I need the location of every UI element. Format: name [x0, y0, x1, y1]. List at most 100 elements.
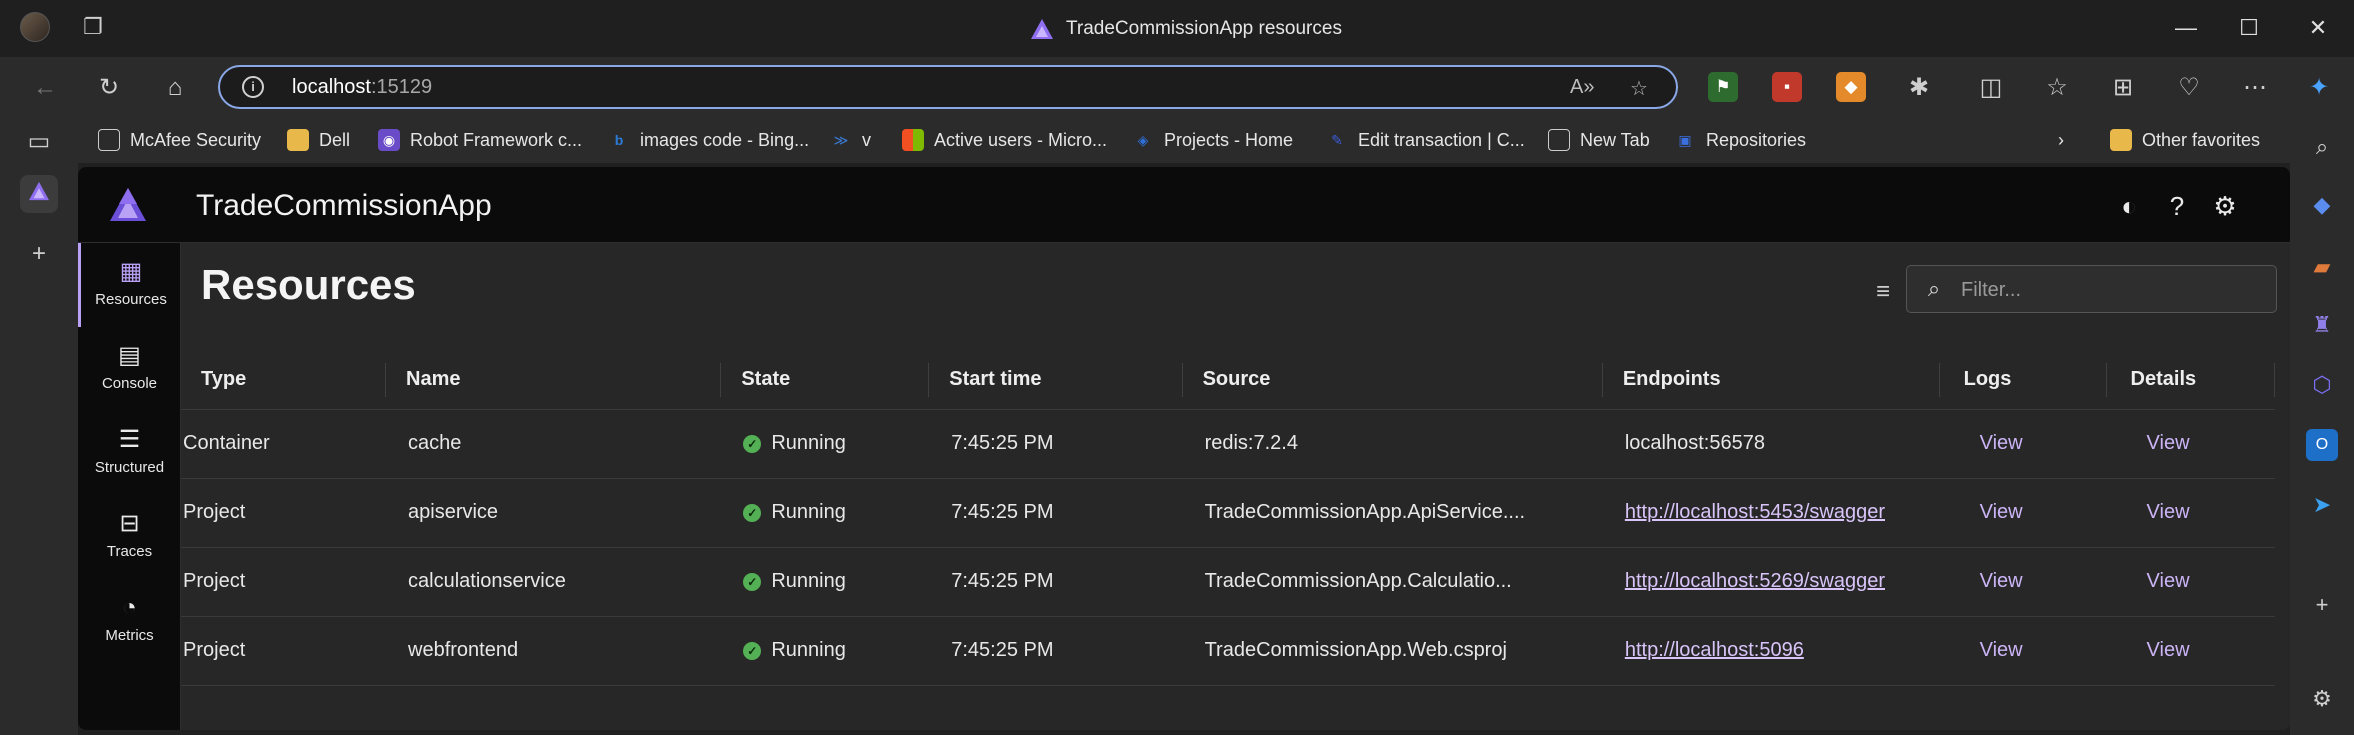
column-header-logs[interactable]: Logs — [1939, 351, 2107, 410]
cell-name: webfrontend — [386, 616, 722, 686]
favorite-new-tab[interactable]: New Tab — [1548, 126, 1650, 154]
azure-devops-icon: ◈ — [1137, 132, 1149, 148]
details-view-link[interactable]: View — [2106, 478, 2275, 548]
home-button[interactable]: ⌂ — [158, 71, 192, 105]
tab-actions-icon[interactable]: ▭ — [20, 123, 58, 161]
resources-table: Type Name State Start time Source Endpoi… — [181, 351, 2275, 686]
other-favorites[interactable]: Other favorites — [2110, 126, 2260, 154]
minimize-button[interactable]: — — [2166, 12, 2206, 44]
details-view-link[interactable]: View — [2106, 547, 2275, 617]
filter-search-box[interactable]: ⌕ — [1906, 265, 2277, 313]
favorites-bar: McAfee Security Dell ◉ Robot Framework c.… — [0, 117, 2354, 163]
github-icon[interactable]: ◐ — [2112, 189, 2146, 223]
column-header-endpoints[interactable]: Endpoints — [1602, 351, 1940, 410]
copilot-sidebar-icon[interactable]: ⬡ — [2306, 369, 2338, 401]
favorite-dell[interactable]: Dell — [287, 126, 350, 154]
nav-label: Traces — [106, 543, 153, 560]
window-title-text: TradeCommissionApp resources — [1066, 18, 1342, 39]
logs-view-link[interactable]: View — [1939, 409, 2107, 479]
shopping-tag-icon[interactable]: ◆ — [2306, 189, 2338, 221]
logs-view-link[interactable]: View — [1939, 547, 2107, 617]
settings-gear-icon[interactable]: ⚙ — [2208, 189, 2242, 223]
jira-icon: ≫ — [833, 132, 849, 148]
split-screen-icon[interactable]: ◫ — [1974, 71, 2008, 105]
favorite-edit-transaction[interactable]: ✎ Edit transaction | C... — [1326, 126, 1525, 154]
refresh-button[interactable]: ↻ — [92, 71, 126, 105]
column-header-details[interactable]: Details — [2106, 351, 2275, 410]
extension-on-icon[interactable]: ⚑ — [1708, 72, 1738, 102]
nav-console[interactable]: ▤ Console — [78, 327, 181, 411]
close-button[interactable]: ✕ — [2298, 12, 2338, 44]
repo-icon: ▣ — [1678, 132, 1692, 148]
favorite-repositories[interactable]: ▣ Repositories — [1674, 126, 1806, 154]
bing-icon: b — [614, 132, 624, 148]
favorite-projects-home[interactable]: ◈ Projects - Home — [1132, 126, 1293, 154]
column-header-source[interactable]: Source — [1182, 351, 1603, 410]
filter-funnel-icon[interactable]: ≡ — [1866, 275, 1900, 309]
endpoint-link[interactable]: http://localhost:5269/swagger — [1625, 570, 1885, 592]
column-header-type[interactable]: Type — [181, 351, 386, 410]
logs-view-link[interactable]: View — [1939, 616, 2107, 686]
table-header-row: Type Name State Start time Source Endpoi… — [181, 351, 2275, 410]
metamask-icon[interactable]: ◆ — [1836, 72, 1866, 102]
search-icon[interactable]: ⌕ — [2306, 131, 2338, 163]
column-header-start-time[interactable]: Start time — [929, 351, 1183, 410]
favorite-mcafee[interactable]: McAfee Security — [98, 126, 261, 154]
favorite-v[interactable]: ≫ v — [830, 126, 871, 154]
column-header-name[interactable]: Name — [386, 351, 722, 410]
favorite-star-icon[interactable]: ☆ — [1630, 76, 1648, 101]
aspire-logo-icon[interactable] — [108, 185, 148, 225]
cell-endpoint: http://localhost:5096 — [1602, 616, 1940, 686]
back-button[interactable]: ← — [28, 71, 62, 105]
logs-view-link[interactable]: View — [1939, 478, 2107, 548]
help-icon[interactable]: ? — [2160, 189, 2194, 223]
more-menu-icon[interactable]: ⋯ — [2238, 71, 2272, 105]
endpoint-link[interactable]: http://localhost:5453/swagger — [1625, 501, 1885, 523]
cell-endpoint: http://localhost:5269/swagger — [1602, 547, 1940, 617]
site-info-icon[interactable]: i — [242, 76, 264, 98]
new-tab-plus-icon[interactable]: + — [20, 235, 58, 273]
cell-name: apiservice — [386, 478, 722, 548]
profile-avatar[interactable] — [20, 12, 50, 42]
browser-essentials-icon[interactable]: ♡ — [2172, 71, 2206, 105]
favorites-overflow-chevron-icon[interactable]: › — [2058, 126, 2064, 154]
outlook-icon[interactable]: O — [2306, 429, 2338, 461]
page-icon — [98, 129, 120, 151]
url-text[interactable]: localhost:15129 — [292, 76, 432, 99]
nav-resources[interactable]: ▦ Resources — [78, 243, 181, 327]
column-header-state[interactable]: State — [721, 351, 930, 410]
cell-type: Project — [181, 616, 386, 686]
favorite-bing-images[interactable]: b images code - Bing... — [608, 126, 809, 154]
favorite-active-users[interactable]: Active users - Micro... — [902, 126, 1107, 154]
collections-icon[interactable]: ⊞ — [2106, 71, 2140, 105]
table-row: Project webfrontend ✓ Running 7:45:25 PM … — [181, 616, 2275, 686]
maximize-button[interactable]: ☐ — [2229, 12, 2269, 44]
tools-icon[interactable]: ▰ — [2306, 251, 2338, 283]
cell-state: ✓ Running — [721, 478, 930, 548]
details-view-link[interactable]: View — [2106, 616, 2275, 686]
active-tab-aspire[interactable] — [20, 175, 58, 213]
games-icon[interactable]: ♜ — [2306, 309, 2338, 341]
sidebar-settings-icon[interactable]: ⚙ — [2306, 683, 2338, 715]
app-title: TradeCommissionApp — [196, 189, 492, 222]
extension-red-icon[interactable]: ▪ — [1772, 72, 1802, 102]
filter-input[interactable] — [1961, 277, 2261, 303]
cell-source: redis:7.2.4 — [1182, 409, 1603, 479]
address-bar[interactable]: i localhost:15129 A» ☆ — [218, 65, 1678, 109]
nav-label: Structured — [94, 459, 165, 476]
send-icon[interactable]: ➤ — [2306, 489, 2338, 521]
details-view-link[interactable]: View — [2106, 409, 2275, 479]
navigation-bar: ← ↻ ⌂ i localhost:15129 A» ☆ ⚑ ▪ ◆ ✱ ◫ ☆… — [0, 57, 2354, 117]
workspaces-icon[interactable]: ❐ — [80, 14, 106, 40]
add-sidebar-app-icon[interactable]: + — [2306, 589, 2338, 621]
endpoint-link[interactable]: http://localhost:5096 — [1625, 639, 1804, 661]
favorites-icon[interactable]: ☆ — [2040, 71, 2074, 105]
read-aloud-icon[interactable]: A» — [1570, 76, 1594, 99]
table-row: Project calculationservice ✓ Running 7:45… — [181, 547, 2275, 617]
favorite-robot-framework[interactable]: ◉ Robot Framework c... — [378, 126, 582, 154]
nav-traces[interactable]: ⊟ Traces — [78, 495, 181, 579]
nav-structured[interactable]: ☰ Structured — [78, 411, 181, 495]
nav-metrics[interactable]: ◔ Metrics — [78, 579, 181, 663]
copilot-icon[interactable]: ✦ — [2302, 71, 2336, 105]
extensions-puzzle-icon[interactable]: ✱ — [1902, 71, 1936, 105]
